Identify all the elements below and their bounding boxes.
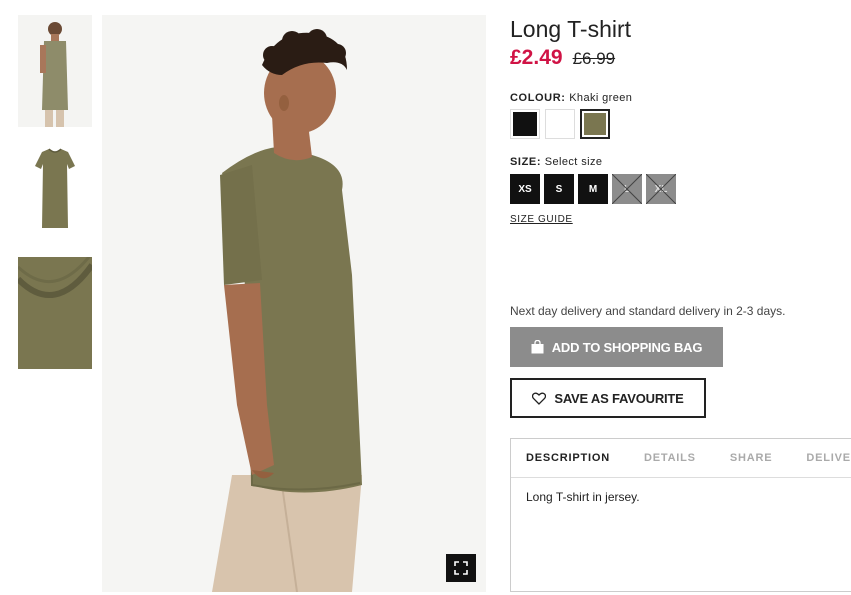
product-info: Long T-shirt £2.49 £6.99 COLOUR: Khaki g… xyxy=(510,15,851,592)
size-option-label: S xyxy=(555,183,563,195)
colour-swatch[interactable] xyxy=(545,109,575,139)
unavailable-cross-icon xyxy=(612,174,642,204)
colour-value: Khaki green xyxy=(569,92,633,104)
size-option[interactable]: L xyxy=(612,174,642,204)
colour-swatch[interactable] xyxy=(510,109,540,139)
delivery-info: Next day delivery and standard delivery … xyxy=(510,304,786,318)
colour-label-row: COLOUR: Khaki green xyxy=(510,92,851,104)
product-tabs: DESCRIPTION DETAILS SHARE DELIVERY Long T-s… xyxy=(510,438,851,592)
swatch-fill xyxy=(548,112,572,136)
swatch-fill xyxy=(513,112,537,136)
size-options: XS S M LXL xyxy=(510,174,851,204)
size-guide-link[interactable]: SIZE GUIDE xyxy=(510,214,573,225)
size-option[interactable]: S xyxy=(544,174,574,204)
tab-delivery[interactable]: DELIVERY xyxy=(806,452,851,464)
add-to-bag-label: ADD TO SHOPPING BAG xyxy=(551,339,703,355)
thumbnail-gallery xyxy=(18,15,92,378)
price-block: £2.49 £6.99 xyxy=(510,46,851,70)
size-value: Select size xyxy=(544,156,603,168)
save-favourite-label: SAVE AS FAVOURITE xyxy=(554,390,684,406)
sale-price: £2.49 xyxy=(510,46,563,69)
model-illustration xyxy=(102,15,486,592)
tab-details[interactable]: DETAILS xyxy=(644,452,696,464)
tab-share[interactable]: SHARE xyxy=(730,452,773,464)
shopping-bag-icon xyxy=(531,340,544,354)
size-label: SIZE: xyxy=(510,156,542,168)
colour-label: COLOUR: xyxy=(510,92,566,104)
colour-swatches xyxy=(510,109,851,139)
tab-content: Long T-shirt in jersey. xyxy=(526,490,640,504)
swatch-fill xyxy=(584,113,606,135)
tab-description[interactable]: DESCRIPTION xyxy=(526,452,610,464)
product-page: Long T-shirt £2.49 £6.99 COLOUR: Khaki g… xyxy=(0,0,851,595)
thumbnail-detail[interactable] xyxy=(18,257,92,369)
add-to-bag-button[interactable]: ADD TO SHOPPING BAG xyxy=(510,327,723,367)
original-price: £6.99 xyxy=(572,49,616,68)
heart-icon xyxy=(532,392,547,405)
unavailable-cross-icon xyxy=(646,174,676,204)
fullscreen-icon xyxy=(454,561,468,575)
size-option-label: M xyxy=(588,183,598,195)
main-product-image[interactable] xyxy=(102,15,486,592)
colour-swatch[interactable] xyxy=(580,109,610,139)
size-option[interactable]: XS xyxy=(510,174,540,204)
save-favourite-button[interactable]: SAVE AS FAVOURITE xyxy=(510,378,706,418)
fullscreen-button[interactable] xyxy=(446,554,476,582)
size-option[interactable]: M xyxy=(578,174,608,204)
tab-bar: DESCRIPTION DETAILS SHARE DELIVERY xyxy=(511,439,851,478)
product-title: Long T-shirt xyxy=(510,16,632,42)
thumbnail-model[interactable] xyxy=(18,15,92,127)
size-label-row: SIZE: Select size xyxy=(510,156,851,168)
thumbnail-flat[interactable] xyxy=(18,136,92,248)
size-option[interactable]: XL xyxy=(646,174,676,204)
size-option-label: XS xyxy=(518,183,532,195)
